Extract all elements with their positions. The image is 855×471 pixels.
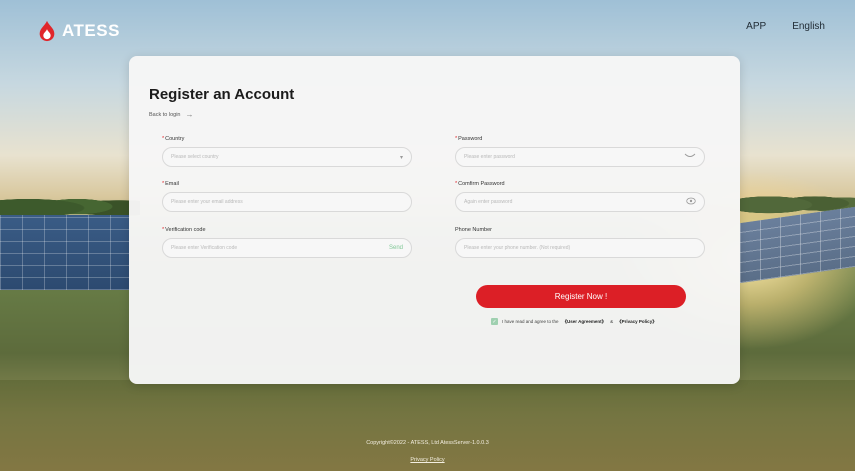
verification-box: Send	[162, 238, 412, 258]
solar-panels-left	[0, 215, 130, 290]
solar-panels-right	[740, 206, 855, 284]
page-title: Register an Account	[149, 86, 295, 103]
brand-logo[interactable]: ATESS	[36, 20, 120, 42]
country-field: *Country ▾	[162, 136, 412, 167]
country-select[interactable]: ▾	[162, 147, 412, 167]
confirm-password-box	[455, 192, 705, 212]
flame-logo-icon	[39, 20, 55, 42]
brand-name: ATESS	[62, 21, 120, 40]
confirm-password-field: *Comfirm Password	[455, 181, 705, 212]
agreement-row: ✓ I have read and agree to the 《User Agr…	[491, 318, 657, 325]
password-box	[455, 147, 705, 167]
top-nav: APP English	[746, 21, 825, 32]
required-marker: *	[455, 136, 458, 142]
confirm-password-label: Comfirm Password	[458, 181, 505, 187]
email-field: *Email	[162, 181, 412, 212]
back-to-login-link[interactable]: Back to login →	[149, 110, 194, 119]
required-marker: *	[162, 227, 165, 233]
password-field: *Password	[455, 136, 705, 167]
language-selector[interactable]: English	[792, 21, 825, 32]
footer-privacy-link[interactable]: Privacy Policy	[0, 457, 855, 463]
verification-field: *Verification code Send	[162, 227, 412, 258]
email-label: Email	[165, 181, 179, 187]
confirm-password-input[interactable]	[464, 199, 686, 205]
agreement-checkbox[interactable]: ✓	[491, 318, 498, 325]
nav-app-link[interactable]: APP	[746, 21, 766, 32]
footer-copyright: Copyright©2022 - ATESS, Ltd AtessServer-…	[366, 440, 489, 446]
eye-closed-icon[interactable]	[684, 153, 696, 161]
trees-right	[740, 188, 855, 216]
privacy-policy-link[interactable]: 《Privacy Policy》	[617, 319, 657, 325]
eye-icon[interactable]	[686, 197, 696, 207]
required-marker: *	[162, 136, 165, 142]
user-agreement-link[interactable]: 《User Agreement》	[563, 319, 607, 325]
country-label: Country	[165, 136, 185, 142]
verification-label: Verification code	[165, 227, 206, 233]
country-input[interactable]	[171, 154, 400, 160]
phone-box	[455, 238, 705, 258]
email-box	[162, 192, 412, 212]
required-marker: *	[455, 181, 458, 187]
password-label: Password	[458, 136, 483, 142]
register-card: Register an Account Back to login → *Cou…	[129, 56, 740, 384]
chevron-down-icon: ▾	[399, 154, 403, 161]
verification-input[interactable]	[171, 245, 389, 251]
arrow-right-icon: →	[185, 110, 194, 119]
phone-label: Phone Number	[455, 227, 492, 233]
send-code-button[interactable]: Send	[389, 245, 403, 251]
phone-field: Phone Number	[455, 227, 705, 258]
agreement-text: I have read and agree to the	[502, 319, 559, 324]
agreement-and: &	[610, 319, 614, 324]
required-marker: *	[162, 181, 165, 187]
password-input[interactable]	[464, 154, 684, 160]
trees-left	[0, 190, 140, 220]
back-to-login-label: Back to login	[149, 111, 181, 118]
phone-input[interactable]	[464, 245, 696, 251]
register-button[interactable]: Register Now !	[476, 285, 686, 308]
email-input[interactable]	[171, 199, 403, 205]
